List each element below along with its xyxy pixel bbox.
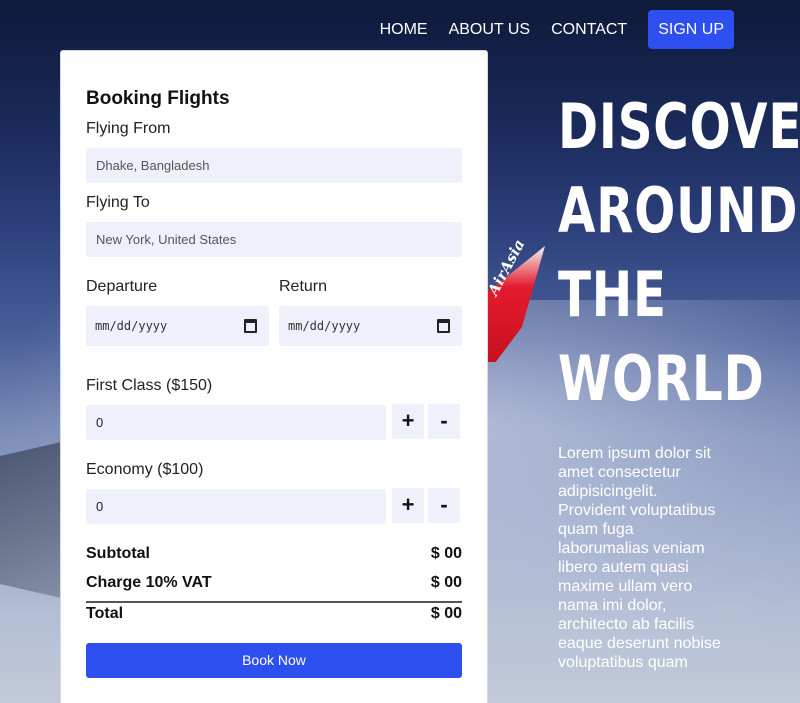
economy-minus-button[interactable]: - [428,488,460,523]
nav-about-link[interactable]: ABOUT US [449,10,531,49]
hero-line-4: WORLD [558,342,765,415]
total-label: Total [86,605,124,622]
departure-date-placeholder: mm/dd/yyyy [95,319,168,333]
flying-from-input[interactable]: Dhake, Bangladesh [86,148,462,183]
flying-to-label: Flying To [86,194,150,211]
economy-label: Economy ($100) [86,461,204,478]
departure-label: Departure [86,278,158,295]
calendar-icon[interactable] [437,319,450,333]
economy-plus-button[interactable]: + [392,488,424,523]
hero-line-3: THE [558,258,667,331]
book-now-button[interactable]: Book Now [86,643,462,678]
return-date-placeholder: mm/dd/yyyy [288,319,361,333]
total-divider [86,601,462,603]
total-value: $ 00 [430,605,462,622]
first-class-plus-button[interactable]: + [392,404,424,439]
calendar-icon[interactable] [244,319,257,333]
nav-home-link[interactable]: HOME [380,10,428,49]
first-class-minus-button[interactable]: - [428,404,460,439]
subtotal-label: Subtotal [86,545,150,562]
hero-description: Lorem ipsum dolor sit amet consectetur a… [558,445,721,671]
hero-line-1: DISCOVER [558,90,800,163]
flying-to-input[interactable]: New York, United States [86,222,462,257]
hero-line-2: AROUND [558,174,799,247]
total-row: Total $ 00 [86,605,462,623]
subtotal-row: Subtotal $ 00 [86,545,462,563]
top-navigation: HOME ABOUT US CONTACT SIGN UP [359,10,734,49]
sign-up-button[interactable]: SIGN UP [648,10,734,49]
booking-card: Booking Flights Flying From Dhake, Bangl… [60,50,488,703]
vat-value: $ 00 [430,574,462,591]
subtotal-value: $ 00 [430,545,462,562]
first-class-quantity-input[interactable]: 0 [86,405,386,440]
vat-label: Charge 10% VAT [86,574,212,591]
economy-quantity-input[interactable]: 0 [86,489,386,524]
hero-heading: DISCOVER AROUND THE WORLD [558,85,800,421]
return-date-input[interactable]: mm/dd/yyyy [279,306,462,346]
flying-from-label: Flying From [86,120,171,137]
departure-date-input[interactable]: mm/dd/yyyy [86,306,269,346]
return-label: Return [279,278,328,295]
nav-contact-link[interactable]: CONTACT [551,10,627,49]
booking-title: Booking Flights [86,88,230,109]
first-class-label: First Class ($150) [86,377,213,394]
vat-row: Charge 10% VAT $ 00 [86,574,462,592]
